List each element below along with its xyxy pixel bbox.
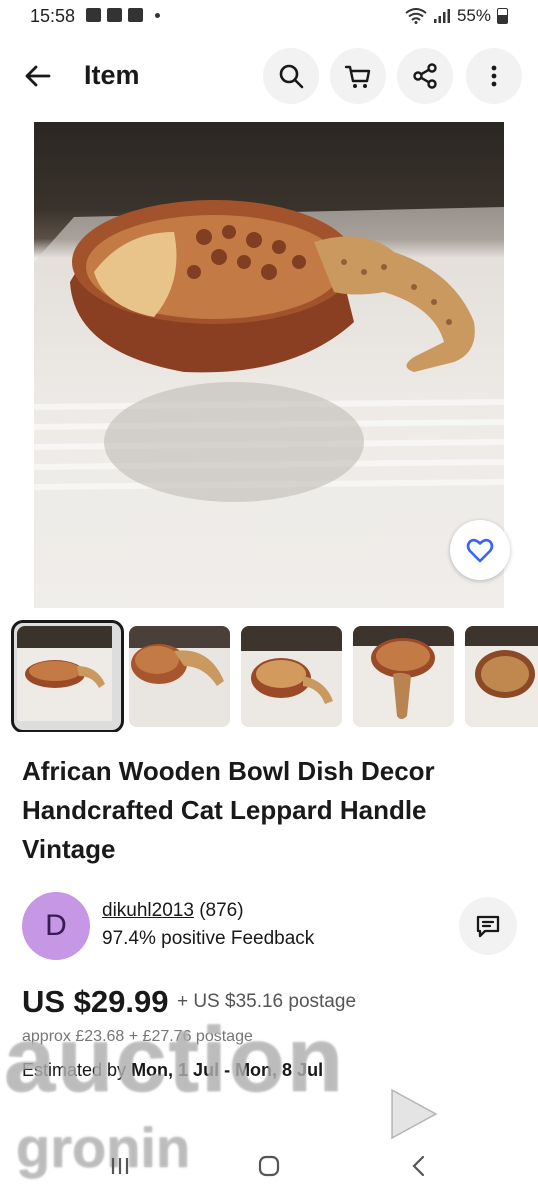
system-nav-bar <box>0 1140 538 1200</box>
price-row: US $29.99 + US $35.16 postage <box>22 984 356 1020</box>
watermark-play-icon <box>391 1088 438 1140</box>
cart-button[interactable] <box>330 48 386 104</box>
status-time: 15:58 <box>30 6 76 26</box>
seller-avatar[interactable]: D <box>22 892 90 960</box>
estimate-dates: Mon, 1 Jul - Mon, 8 Jul <box>131 1060 324 1080</box>
thumbnail-strip <box>0 620 538 732</box>
thumbnail-1[interactable] <box>11 620 124 732</box>
share-icon <box>413 63 437 89</box>
thumbnail-image <box>353 626 454 727</box>
more-icon <box>491 65 497 87</box>
estimate-label: Estimated by <box>22 1060 127 1080</box>
product-main-image[interactable] <box>34 122 504 608</box>
thumbnail-5[interactable] <box>465 626 538 727</box>
more-notifications-icon <box>155 13 160 18</box>
more-options-button[interactable] <box>466 48 522 104</box>
seller-rating: (876) <box>199 900 244 921</box>
thumbnail-2[interactable] <box>129 626 230 727</box>
battery-percent: 55% <box>456 6 491 25</box>
system-back-icon[interactable] <box>408 1154 432 1178</box>
message-icon <box>476 915 500 938</box>
wifi-icon <box>405 8 427 24</box>
thumbnail-image <box>129 626 230 727</box>
thumbnail-image <box>465 626 538 727</box>
bowl-photo <box>34 200 504 608</box>
recent-apps-icon[interactable] <box>108 1154 132 1178</box>
seller-name-row: dikuhl2013 (876) <box>102 900 244 922</box>
signal-icon <box>433 9 450 23</box>
thumbnail-image <box>17 626 112 721</box>
thumbnail-3[interactable] <box>241 626 342 727</box>
thumbnail-image <box>241 626 342 727</box>
seller-card: D dikuhl2013 (876) 97.4% positive Feedba… <box>22 892 522 962</box>
watch-button[interactable] <box>450 520 510 580</box>
message-seller-button[interactable] <box>459 897 517 955</box>
notification-icons <box>86 8 160 22</box>
seller-feedback: 97.4% positive Feedback <box>102 928 315 949</box>
search-button[interactable] <box>263 48 319 104</box>
youtube-notification-icon <box>107 8 122 22</box>
app-notification-icon <box>128 8 143 22</box>
delivery-estimate: Estimated by Mon, 1 Jul - Mon, 8 Jul <box>22 1060 323 1081</box>
back-arrow-icon <box>25 65 51 87</box>
heart-icon <box>466 538 494 563</box>
item-price: US $29.99 <box>22 984 169 1019</box>
page-title: Item <box>84 60 140 90</box>
share-button[interactable] <box>397 48 453 104</box>
gallery-notification-icon <box>86 8 101 22</box>
app-bar: Item <box>0 44 538 108</box>
postage-cost: + US $35.16 postage <box>176 991 357 1012</box>
seller-name-link[interactable]: dikuhl2013 <box>102 900 194 921</box>
thumbnail-4[interactable] <box>353 626 454 727</box>
back-button[interactable] <box>20 58 56 94</box>
home-icon[interactable] <box>257 1154 281 1178</box>
product-title: African Wooden Bowl Dish Decor Handcraft… <box>22 756 435 864</box>
battery-icon <box>497 8 508 24</box>
search-icon <box>279 64 304 89</box>
status-right: 55% <box>405 6 508 26</box>
cart-icon <box>344 65 371 88</box>
approx-price: approx £23.68 + £27.76 postage <box>22 1028 253 1045</box>
status-bar: 15:58 55% <box>0 0 538 34</box>
